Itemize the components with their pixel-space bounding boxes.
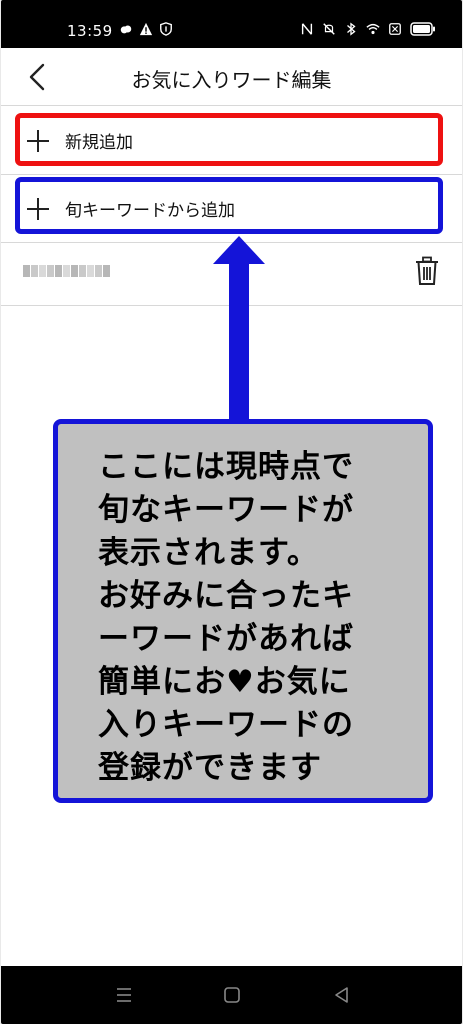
shield-icon <box>160 22 172 36</box>
annotation-callout: ここには現時点で 旬なキーワードが 表示されます。 お好みに合ったキ ーワードが… <box>53 419 433 803</box>
back-triangle-icon[interactable] <box>331 984 353 1006</box>
annotation-text: ここには現時点で 旬なキーワードが 表示されます。 お好みに合ったキ ーワードが… <box>98 449 354 786</box>
battery-icon <box>410 22 435 36</box>
saved-keyword-blurred <box>23 265 110 277</box>
status-time: 13:59 <box>67 22 113 40</box>
annotation-arrow <box>213 236 265 422</box>
mute-icon <box>323 23 335 35</box>
weather-icon <box>120 25 132 34</box>
trash-icon[interactable] <box>414 256 440 286</box>
app-header: お気に入りワード編集 <box>1 48 462 106</box>
home-icon[interactable] <box>221 984 243 1006</box>
nfc-icon <box>301 23 313 35</box>
bluetooth-icon <box>347 22 356 36</box>
menu-icon[interactable] <box>113 984 135 1006</box>
warning-icon <box>139 22 153 36</box>
status-bar: 13:59 <box>1 0 462 48</box>
highlight-frame-blue <box>15 177 443 234</box>
status-left-icons <box>119 22 173 36</box>
sim-icon <box>389 23 401 35</box>
phone-screen: 13:59 お気に入りワード編集 新規追加 旬キーワードから追加 ここには現時点… <box>1 0 462 1024</box>
status-right-icons <box>300 22 436 36</box>
wifi-icon <box>366 23 380 35</box>
highlight-frame-red <box>15 113 443 166</box>
system-nav-bar <box>1 966 462 1024</box>
page-title: お気に入りワード編集 <box>131 68 332 92</box>
